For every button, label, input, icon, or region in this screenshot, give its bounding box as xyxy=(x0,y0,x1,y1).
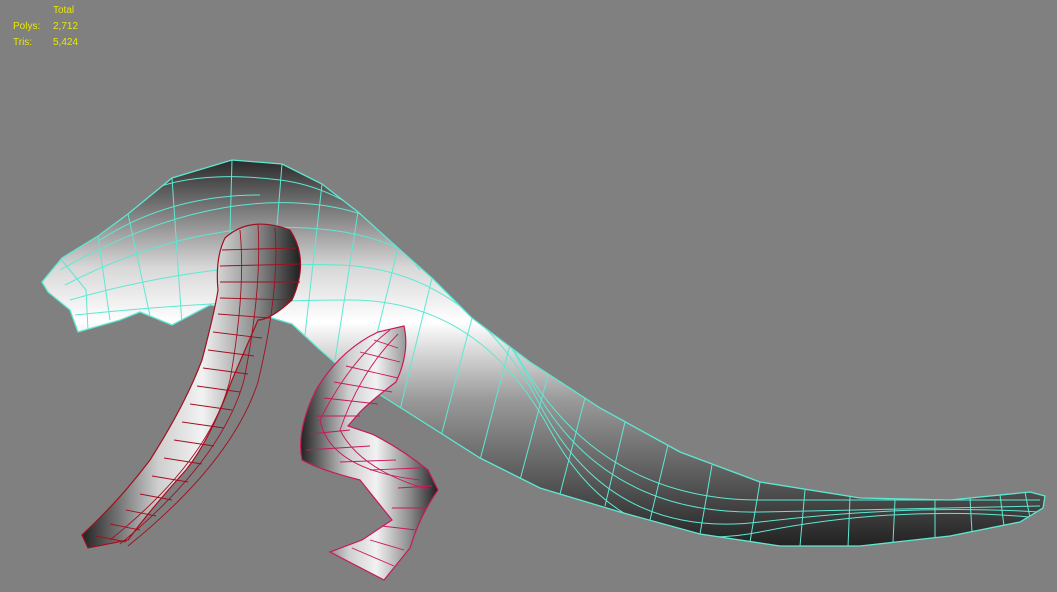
perspective-viewport[interactable]: Total Polys: 2,712 Tris: 5,424 xyxy=(0,0,1057,592)
dinosaur-model[interactable] xyxy=(0,0,1057,592)
body-shaded xyxy=(41,159,1046,547)
